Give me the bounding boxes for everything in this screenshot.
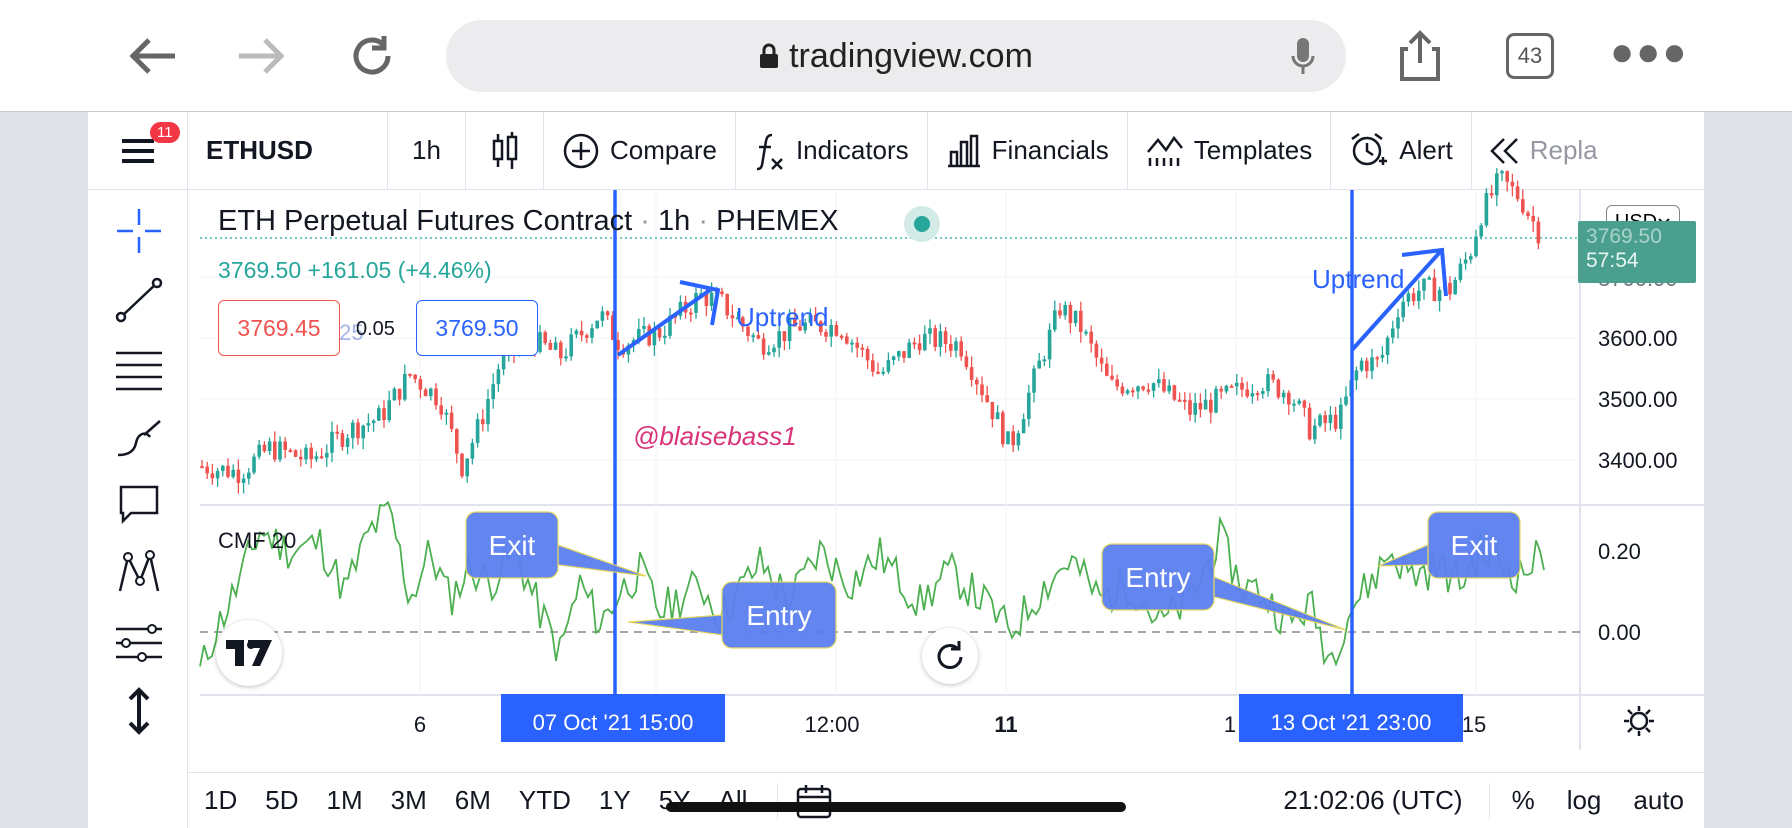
candles-icon (492, 131, 517, 169)
pattern-icon (118, 550, 160, 592)
legend-ohlc-values: 3769.50 +161.05 (+4.46%) (218, 257, 492, 283)
log-toggle[interactable]: log (1551, 785, 1618, 816)
percent-toggle[interactable]: % (1490, 785, 1551, 816)
range-1y[interactable]: 1Y (585, 785, 645, 816)
trend-line-icon (115, 277, 163, 323)
alarm-clock-icon (1351, 132, 1388, 165)
cmf-indicator-label[interactable]: CMF 20 (218, 528, 296, 554)
range-ytd[interactable]: YTD (505, 785, 585, 816)
trend-line-tool[interactable] (112, 272, 166, 326)
back-button[interactable] (116, 20, 188, 92)
templates-icon (1146, 135, 1183, 166)
compare-label: Compare (610, 135, 717, 165)
utc-clock[interactable]: 21:02:06 (UTC) (1283, 785, 1462, 816)
crosshair-icon (117, 209, 161, 253)
legend-exchange: PHEMEX (716, 205, 839, 237)
main-menu-button[interactable]: 11 (88, 111, 188, 190)
range-5d[interactable]: 5D (251, 785, 312, 816)
divider (777, 782, 779, 819)
chart-settings-button[interactable] (1622, 704, 1656, 743)
financials-label: Financials (991, 135, 1109, 165)
plus-circle-icon (563, 133, 599, 168)
tv-logo-icon (226, 640, 272, 666)
share-icon (1400, 30, 1440, 81)
brush-icon (117, 420, 161, 457)
compare-button[interactable]: Compare (544, 111, 736, 190)
more-options-icon[interactable]: ●●● (1610, 30, 1688, 75)
market-status-dot[interactable] (904, 206, 940, 242)
forward-arrow-icon (239, 38, 285, 74)
last-price-tag: 3769.50 57:54 (1578, 221, 1696, 283)
gear-icon (1624, 706, 1654, 736)
indicators-button[interactable]: Indicators (736, 111, 928, 190)
drawing-tools-sidebar (88, 190, 188, 828)
browser-chrome: tradingview.com 43 ●●● (0, 0, 1792, 112)
forward-button[interactable] (226, 20, 298, 92)
chart-toolbar: 11 ETHUSD 1h Compare Indicators Financia… (88, 111, 1704, 190)
last-price-value: 3769.50 (1586, 225, 1662, 248)
range-3m[interactable]: 3M (377, 785, 441, 816)
bar-chart-icon (947, 134, 980, 167)
sell-price-button[interactable]: 3769.45 (218, 300, 340, 356)
alert-label: Alert (1399, 135, 1453, 165)
text-tool[interactable] (112, 478, 166, 532)
range-6m[interactable]: 6M (441, 785, 505, 816)
tradingview-logo[interactable] (216, 620, 282, 686)
alert-button[interactable]: Alert (1331, 111, 1472, 190)
rewind-icon (1489, 137, 1518, 164)
bar-countdown: 57:54 (1586, 249, 1639, 272)
forecast-icon (116, 624, 162, 662)
reset-icon (937, 641, 963, 669)
chart-type-button[interactable] (466, 111, 544, 190)
fibonacci-icon (116, 351, 162, 391)
lock-icon (760, 43, 779, 68)
interval-button[interactable]: 1h (388, 111, 466, 190)
tab-count-button[interactable]: 43 (1506, 33, 1554, 79)
microphone-icon[interactable] (1290, 36, 1316, 76)
measure-tool[interactable] (112, 684, 166, 738)
notification-badge: 11 (150, 121, 180, 143)
replay-button[interactable]: Repla (1472, 112, 1616, 190)
prediction-tool[interactable] (112, 614, 166, 668)
symbol-search[interactable]: ETHUSD (188, 111, 388, 190)
chart-legend-title[interactable]: ETH Perpetual Futures Contract · 1h · PH… (218, 205, 839, 238)
reload-icon (353, 36, 391, 75)
reload-button[interactable] (336, 20, 408, 92)
indicators-label: Indicators (795, 135, 909, 165)
spread-value: 0.05 (356, 318, 395, 340)
share-button[interactable] (1384, 20, 1456, 92)
buy-price-button[interactable]: 3769.50 (416, 300, 538, 356)
vertical-arrows-icon (128, 687, 150, 735)
date-range-bar: 1D 5D 1M 3M 6M YTD 1Y 5Y All 21:02:06 (UTC) % lo… (188, 772, 1704, 828)
reset-chart-button[interactable] (922, 628, 978, 684)
auto-toggle[interactable]: auto (1617, 785, 1704, 816)
home-indicator (666, 802, 1126, 812)
url-bar[interactable]: tradingview.com (446, 20, 1346, 92)
function-icon (756, 133, 783, 170)
legend-interval: 1h (658, 205, 691, 237)
financials-button[interactable]: Financials (928, 111, 1128, 190)
templates-button[interactable]: Templates (1128, 111, 1332, 190)
url-text: tradingview.com (789, 36, 1033, 75)
pattern-tool[interactable] (112, 546, 166, 600)
back-arrow-icon (129, 38, 175, 74)
range-1d[interactable]: 1D (190, 785, 251, 816)
legend-symbol-title: ETH Perpetual Futures Contract (218, 205, 633, 237)
templates-label: Templates (1193, 135, 1313, 165)
replay-label: Repla (1529, 135, 1598, 165)
calendar-icon[interactable] (794, 781, 834, 821)
brush-tool[interactable] (112, 410, 166, 464)
speech-bubble-icon (119, 485, 159, 525)
fib-tool[interactable] (112, 342, 166, 396)
crosshair-tool[interactable] (112, 204, 166, 258)
range-1m[interactable]: 1M (313, 785, 377, 816)
